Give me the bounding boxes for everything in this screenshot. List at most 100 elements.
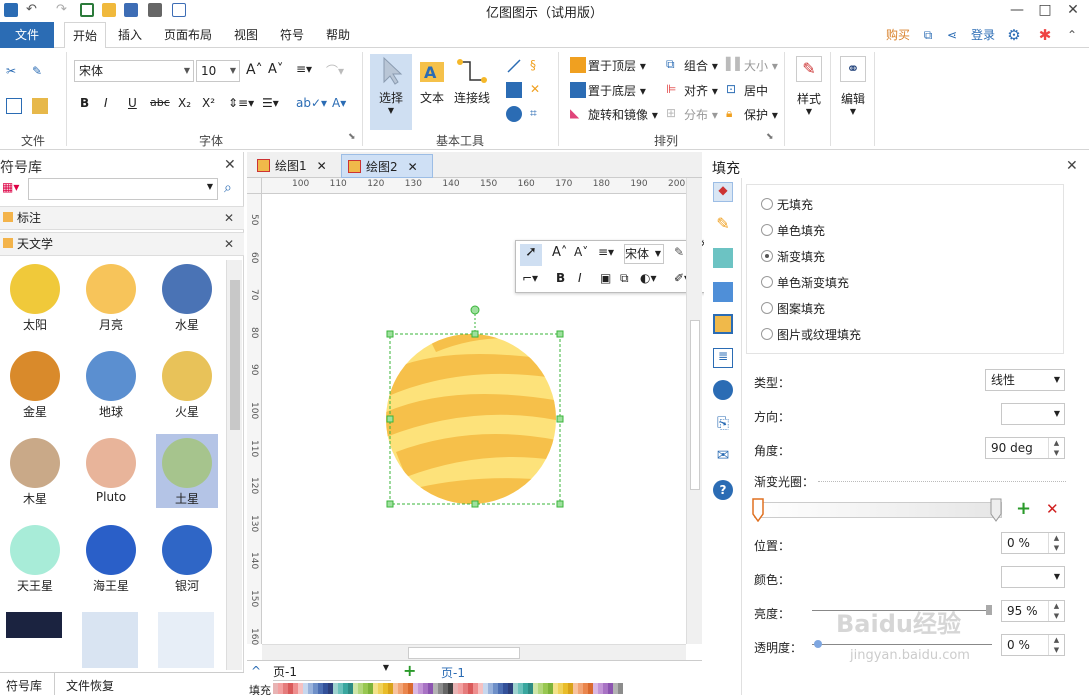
close-icon[interactable]: ✕ <box>224 157 236 173</box>
text-button[interactable]: A 文本 <box>414 54 450 106</box>
symbol-item[interactable]: 火星 <box>156 347 218 421</box>
starfield-icon[interactable] <box>6 612 62 638</box>
dialog-launcher-icon[interactable]: ⬊ <box>766 132 774 142</box>
tab-drawing2[interactable]: 绘图2 ✕ <box>341 154 433 178</box>
fill-color-icon[interactable]: ◐▾ <box>640 271 657 285</box>
type-select[interactable]: 线性 ▼ <box>985 369 1065 391</box>
crosshair-icon[interactable]: ✕ <box>530 82 546 98</box>
color-select[interactable]: ▼ <box>1001 566 1065 588</box>
font-color-icon[interactable]: A▾ <box>332 96 346 110</box>
login-link[interactable]: 登录 <box>966 22 1000 48</box>
comment-icon[interactable]: ✉ <box>713 446 733 466</box>
scrollbar-thumb[interactable] <box>690 320 700 490</box>
radio-texture-fill[interactable] <box>761 328 773 340</box>
pointer-icon[interactable]: ➚ <box>520 244 542 266</box>
symbol-item[interactable]: 天王星 <box>4 521 66 595</box>
radio-gradient-fill[interactable] <box>761 250 773 262</box>
dialog-launcher-icon[interactable]: ⬊ <box>348 132 356 142</box>
superscript-icon[interactable]: X² <box>202 96 215 110</box>
align-button[interactable]: 对齐 ▾ <box>684 82 718 99</box>
library-scrollbar[interactable] <box>226 260 242 670</box>
rectangle-icon[interactable] <box>506 82 522 98</box>
gradient-bar[interactable] <box>754 502 1002 518</box>
spinner-icon[interactable]: ▲ ▼ <box>1048 533 1064 553</box>
image-icon[interactable] <box>713 282 733 302</box>
theme-icon[interactable]: ✱ <box>1035 22 1055 48</box>
library-search-input[interactable]: ▼ <box>28 178 218 200</box>
close-button[interactable]: ✕ <box>1059 0 1087 20</box>
style-button[interactable]: ✎ 样式 ▼ <box>792 54 826 116</box>
symbol-item[interactable]: 海王星 <box>80 521 142 595</box>
menu-insert[interactable]: 插入 <box>110 22 150 48</box>
symbol-item[interactable]: 金星 <box>4 347 66 421</box>
align-text-icon[interactable]: ≡▾ <box>598 245 614 259</box>
format-painter-icon[interactable]: ✎ <box>32 64 48 80</box>
gradient-stop-end[interactable] <box>990 498 1002 522</box>
planet-shape[interactable] <box>386 302 566 512</box>
scrollbar-thumb[interactable] <box>408 647 520 659</box>
horizontal-scrollbar[interactable] <box>262 644 686 660</box>
cut-icon[interactable]: ✂ <box>6 64 22 80</box>
fill-icon[interactable]: ◆ <box>713 182 733 202</box>
shrink-font-icon[interactable]: A˅ <box>268 62 283 77</box>
attachment-icon[interactable]: ⎘ <box>713 414 733 434</box>
symbol-item[interactable]: 水星 <box>156 260 218 334</box>
collapse-ribbon-icon[interactable]: ⌃ <box>1062 22 1082 48</box>
symbol-item[interactable]: 土星 <box>156 434 218 508</box>
size-button[interactable]: 大小 ▾ <box>744 57 778 74</box>
vertical-scrollbar[interactable] <box>686 178 702 644</box>
font-name-select[interactable]: 宋体 ▼ <box>74 60 194 82</box>
line-style-icon[interactable]: ✎ <box>713 214 733 234</box>
text-highlight-icon[interactable]: ab✓▾ <box>296 96 327 110</box>
symbol-item[interactable]: 太阳 <box>4 260 66 334</box>
help-icon[interactable]: ? <box>713 480 733 500</box>
radio-single-gradient-fill[interactable] <box>761 276 773 288</box>
page-tab[interactable]: 页-1 <box>441 664 465 681</box>
spinner-icon[interactable]: ▲ ▼ <box>1048 601 1064 621</box>
shadow-icon[interactable] <box>713 248 733 268</box>
spinner-icon[interactable]: ▲ ▼ <box>1048 438 1064 458</box>
close-icon[interactable]: ✕ <box>224 233 234 255</box>
symbol-item[interactable]: 木星 <box>4 434 66 508</box>
maximize-button[interactable]: □ <box>1031 0 1059 20</box>
gear-icon[interactable]: ⚙ <box>1003 22 1025 48</box>
close-icon[interactable]: ✕ <box>317 159 327 173</box>
page-select[interactable]: 页-1 ▼ <box>273 663 391 681</box>
radio-no-fill[interactable] <box>761 198 773 210</box>
share-screen-icon[interactable]: ⧉ <box>920 22 936 48</box>
radio-pattern-fill[interactable] <box>761 302 773 314</box>
menu-home[interactable]: 开始 <box>64 22 106 49</box>
italic-icon[interactable]: I <box>104 96 108 110</box>
menu-page-layout[interactable]: 页面布局 <box>158 22 218 48</box>
distribute-button[interactable]: 分布 ▾ <box>684 106 718 123</box>
layers-icon[interactable] <box>713 314 733 334</box>
add-stop-icon[interactable]: + <box>1016 498 1031 519</box>
float-font-select[interactable]: 宋体 ▼ <box>624 244 664 264</box>
line-icon[interactable] <box>506 58 522 74</box>
symbol-item[interactable]: 月亮 <box>80 260 142 334</box>
menu-help[interactable]: 帮助 <box>318 22 358 48</box>
edit-button[interactable]: ⚭ 编辑 ▼ <box>836 54 870 116</box>
globe-icon[interactable] <box>713 380 733 400</box>
brightness-slider-thumb[interactable] <box>986 605 992 615</box>
color-swatches[interactable] <box>273 683 623 694</box>
rotate-mirror-button[interactable]: 旋转和镜像 ▾ <box>588 106 658 123</box>
transparency-slider-thumb[interactable] <box>814 640 822 648</box>
curve-icon[interactable]: § <box>530 58 546 74</box>
direction-select[interactable]: ▼ <box>1001 403 1065 425</box>
chevron-up-icon[interactable]: ^ <box>251 664 261 678</box>
bring-front-icon[interactable]: ▣ <box>600 271 611 285</box>
transparency-slider[interactable] <box>812 644 992 645</box>
document-icon[interactable]: ≣ <box>713 348 733 368</box>
protect-button[interactable]: 保护 ▾ <box>744 106 778 123</box>
crop-icon[interactable]: ⌗ <box>530 106 546 122</box>
tab-symbol-library[interactable]: 符号库 <box>6 677 42 694</box>
radio-solid-fill[interactable] <box>761 224 773 236</box>
gradient-stop-start[interactable] <box>752 498 764 523</box>
bullets-icon[interactable]: ☰▾ <box>262 96 279 110</box>
text-curve-icon[interactable]: ⌒▾ <box>326 62 344 79</box>
menu-symbol[interactable]: 符号 <box>272 22 312 48</box>
group-button[interactable]: 组合 ▾ <box>684 57 718 74</box>
close-icon[interactable]: ✕ <box>1066 158 1078 174</box>
copy-icon[interactable] <box>6 98 22 114</box>
